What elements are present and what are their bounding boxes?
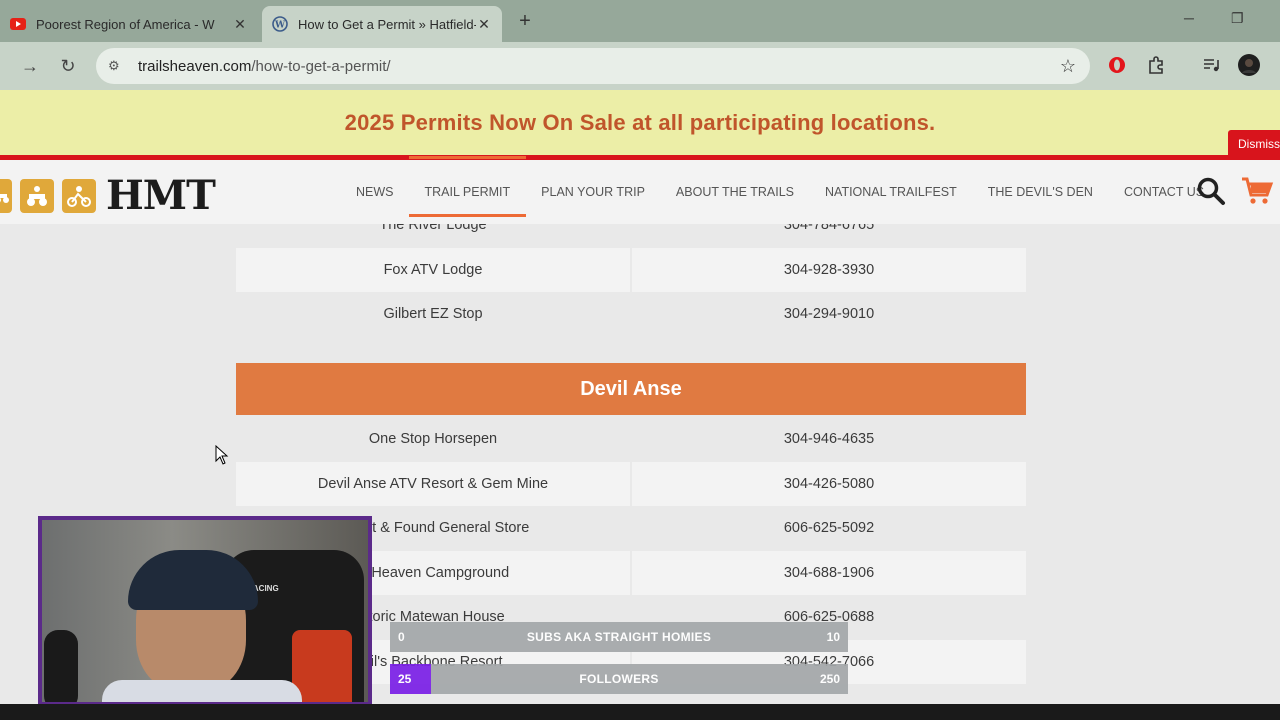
site-logo[interactable]: HMT	[0, 172, 216, 219]
browser-tab-active[interactable]: W How to Get a Permit » Hatfield- ✕	[262, 6, 502, 42]
site-header: HMT NEWS TRAIL PERMIT PLAN YOUR TRIP ABO…	[0, 156, 1280, 224]
vendor-phone: 606-625-5092	[783, 520, 875, 536]
close-tab-icon[interactable]: ✕	[232, 16, 248, 33]
vendor-phone: 304-426-5080	[632, 462, 1026, 506]
opera-extension-icon[interactable]	[1106, 54, 1128, 76]
vendor-name: Gilbert EZ Stop	[383, 306, 483, 322]
table-row: Devil Anse ATV Resort & Gem Mine 304-426…	[236, 462, 1026, 506]
vendor-name: One Stop Horsepen	[368, 431, 498, 447]
profile-avatar[interactable]	[1238, 54, 1260, 76]
media-controls-icon[interactable]	[1200, 54, 1222, 76]
banner-text: 2025 Permits Now On Sale at all particip…	[344, 109, 936, 135]
url-path: /how-to-get-a-permit/	[251, 57, 391, 75]
url-domain: trailsheaven.com	[138, 57, 252, 75]
table-row: One Stop Horsepen 304-946-4635	[236, 417, 1026, 461]
nav-trail-permit[interactable]: TRAIL PERMIT	[408, 156, 526, 217]
table-row: Gilbert EZ Stop 304-294-9010	[236, 292, 1026, 336]
site-info-icon[interactable]: ⚙	[108, 58, 126, 74]
subs-goal-current: 0	[398, 630, 405, 644]
browser-toolbar: → ↻ ⚙ trailsheaven.com/how-to-get-a-perm…	[0, 42, 1280, 90]
restore-icon[interactable]: ❐	[1231, 10, 1244, 27]
tab-title: Poorest Region of America - W	[36, 16, 215, 32]
vendor-phone: 304-688-1906	[632, 551, 1026, 595]
followers-goal-label: FOLLOWERS	[579, 672, 659, 686]
wordpress-icon: W	[272, 16, 288, 32]
vendor-phone: 304-928-3930	[632, 248, 1026, 292]
new-tab-button[interactable]: +	[514, 10, 536, 32]
vendor-phone: 304-294-9010	[783, 306, 875, 322]
vendor-name: Fox ATV Lodge	[236, 248, 630, 292]
search-icon[interactable]	[1196, 176, 1226, 206]
followers-goal-target: 250	[819, 672, 840, 686]
vendor-name: Devil Anse ATV Resort & Gem Mine	[236, 462, 630, 506]
atv-rider-icon	[0, 178, 12, 213]
reload-icon[interactable]: ↻	[57, 56, 79, 77]
browser-tab[interactable]: Poorest Region of America - W ✕	[0, 6, 258, 42]
minimize-icon[interactable]: ─	[1184, 10, 1194, 26]
nav-contact-us[interactable]: CONTACT US	[1124, 185, 1204, 199]
svg-text:W: W	[274, 21, 286, 31]
taskbar-strip	[0, 704, 1280, 720]
tab-title: How to Get a Permit » Hatfield-	[298, 16, 476, 32]
mouse-cursor-icon	[215, 444, 229, 465]
bookmark-star-icon[interactable]: ☆	[1060, 56, 1076, 77]
announcement-banner: 2025 Permits Now On Sale at all particip…	[0, 90, 1280, 155]
dirtbike-rider-icon	[62, 178, 96, 213]
browser-tab-bar: Poorest Region of America - W ✕ W How to…	[0, 0, 1280, 42]
nav-about-the-trails[interactable]: ABOUT THE TRAILS	[676, 185, 794, 199]
main-nav: NEWS TRAIL PERMIT PLAN YOUR TRIP ABOUT T…	[356, 156, 1235, 224]
microphone	[44, 630, 78, 702]
table-row: Fox ATV Lodge 304-928-3930	[236, 248, 1026, 292]
nav-plan-your-trip[interactable]: PLAN YOUR TRIP	[541, 185, 645, 199]
youtube-icon	[10, 16, 26, 32]
extensions-puzzle-icon[interactable]	[1145, 54, 1167, 76]
webcam-overlay: GTRACING	[38, 516, 372, 706]
address-bar[interactable]: ⚙ trailsheaven.com/how-to-get-a-permit/ …	[96, 48, 1090, 84]
followers-goal-bar: FOLLOWERS 25 250	[390, 664, 848, 694]
nav-news[interactable]: NEWS	[356, 185, 394, 199]
followers-goal-current: 25	[398, 672, 412, 686]
logo-text: HMT	[106, 172, 216, 219]
cart-icon[interactable]	[1240, 176, 1274, 206]
nav-devils-den[interactable]: THE DEVIL'S DEN	[988, 185, 1093, 199]
atv-rider-icon	[20, 178, 54, 213]
nav-national-trailfest[interactable]: NATIONAL TRAILFEST	[825, 185, 957, 199]
subs-goal-bar: SUBS AKA STRAIGHT HOMIES 0 10	[390, 622, 848, 652]
vendor-phone: 304-946-4635	[783, 431, 875, 447]
dismiss-button[interactable]: Dismiss	[1228, 130, 1280, 158]
close-tab-icon[interactable]: ✕	[476, 16, 492, 33]
section-header: Devil Anse	[236, 363, 1026, 415]
subs-goal-target: 10	[826, 630, 840, 644]
forward-icon[interactable]: →	[19, 56, 41, 77]
subs-goal-label: SUBS AKA STRAIGHT HOMIES	[526, 630, 712, 644]
section-title: Devil Anse	[580, 377, 682, 400]
